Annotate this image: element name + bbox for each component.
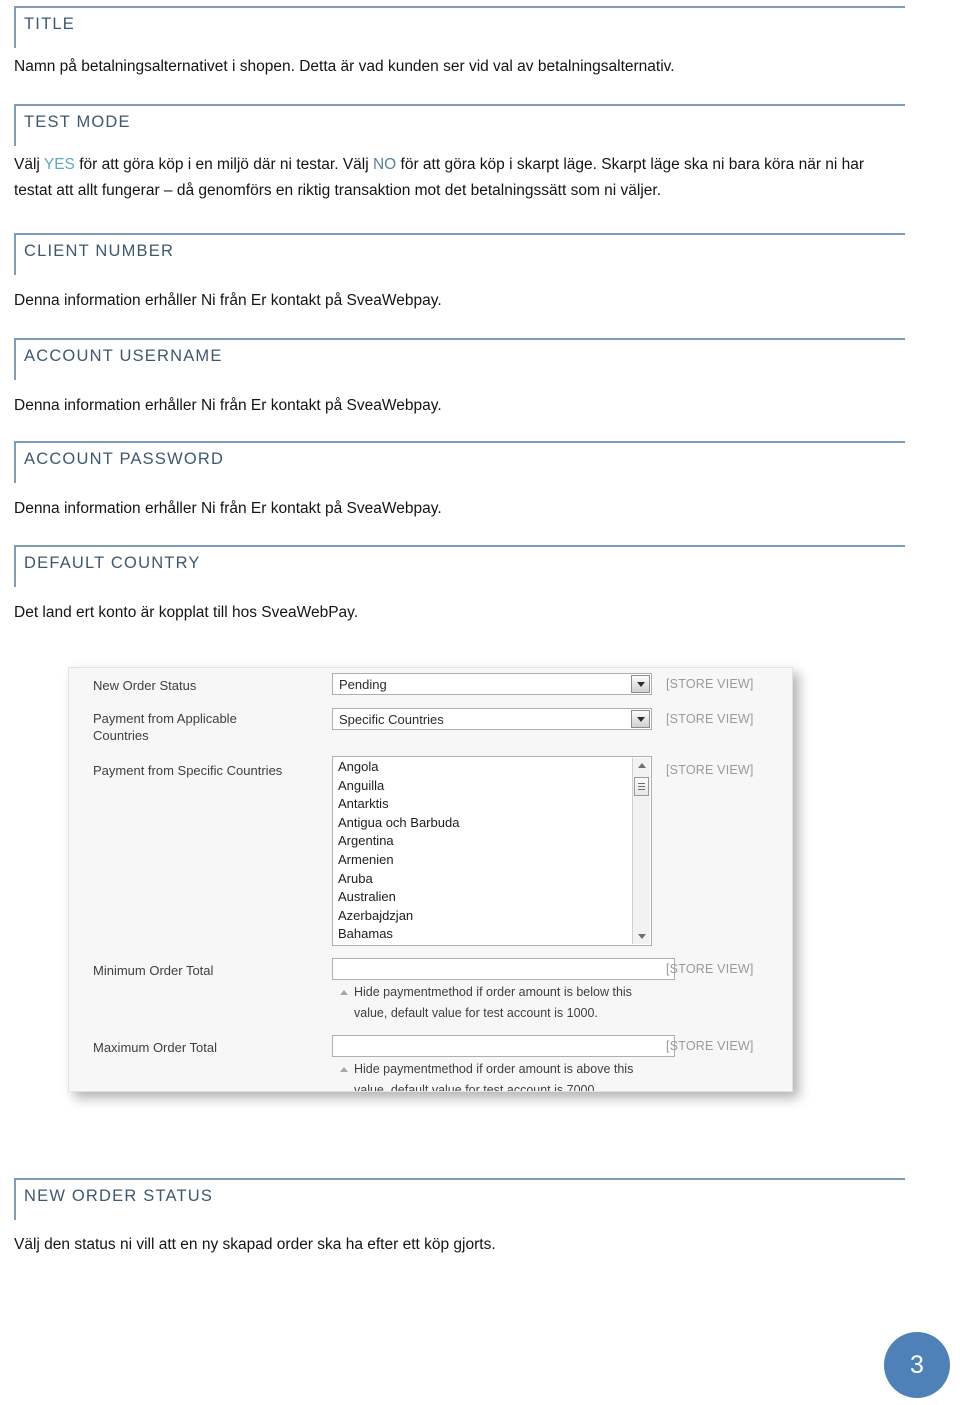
hint-caret-icon [340, 990, 348, 995]
list-item[interactable]: Antigua och Barbuda [333, 814, 651, 833]
test-mode-text-part-2: för att göra köp i en miljö där ni testa… [74, 156, 373, 173]
scope-label-minimum-order-total: [STORE VIEW] [666, 962, 754, 976]
payment-applicable-countries-value: Specific Countries [339, 712, 444, 727]
hint-line-2: value, default value for test account is… [354, 1083, 598, 1092]
list-item[interactable]: Bahamas [333, 925, 651, 944]
hint-maximum-order-total: Hide paymentmethod if order amount is ab… [354, 1059, 674, 1092]
listbox-scrollbar[interactable] [632, 758, 650, 944]
list-item[interactable]: Armenien [333, 851, 651, 870]
payment-applicable-countries-select[interactable]: Specific Countries [332, 708, 652, 730]
list-item[interactable]: Antarktis [333, 795, 651, 814]
new-order-status-select[interactable]: Pending [332, 673, 652, 695]
section-heading-label: TEST MODE [24, 113, 131, 131]
maximum-order-total-input[interactable] [332, 1035, 675, 1057]
payment-specific-countries-listbox[interactable]: Angola Anguilla Antarktis Antigua och Ba… [332, 756, 652, 946]
section-body-title: Namn på betalningsalternativet i shopen.… [14, 58, 675, 75]
hint-line-2: value, default value for test account is… [354, 1006, 598, 1020]
chevron-down-icon[interactable] [631, 710, 650, 728]
field-label-maximum-order-total: Maximum Order Total [93, 1040, 218, 1055]
section-heading-account-username: ACCOUNT USERNAME [14, 338, 905, 380]
list-item[interactable]: Angola [333, 758, 651, 777]
list-item[interactable]: Australien [333, 888, 651, 907]
section-heading-label: DEFAULT COUNTRY [24, 554, 201, 572]
list-item[interactable]: Azerbajdzjan [333, 907, 651, 926]
hint-line-1: Hide paymentmethod if order amount is be… [354, 985, 632, 999]
scope-label-payment-applicable-countries: [STORE VIEW] [666, 712, 754, 726]
keyword-yes: YES [43, 156, 75, 173]
scope-label-new-order-status: [STORE VIEW] [666, 677, 754, 691]
field-label-payment-specific-countries: Payment from Specific Countries [93, 763, 283, 778]
section-body-default-country: Det land ert konto är kopplat till hos S… [14, 604, 359, 621]
country-option-list[interactable]: Angola Anguilla Antarktis Antigua och Ba… [333, 757, 651, 944]
new-order-status-value: Pending [339, 677, 387, 692]
field-label-line-2: Countries [93, 728, 149, 743]
chevron-down-icon[interactable] [631, 675, 650, 693]
minimum-order-total-input[interactable] [332, 958, 675, 980]
section-body-test-mode: Välj YES för att göra köp i en miljö där… [14, 152, 894, 204]
section-heading-label: ACCOUNT PASSWORD [24, 450, 225, 468]
scrollbar-thumb[interactable] [634, 777, 649, 796]
scroll-down-arrow-icon[interactable] [633, 928, 650, 944]
field-label-payment-applicable-countries: Payment from Applicable Countries [93, 710, 237, 744]
document-page: TITLE Namn på betalningsalternativet i s… [0, 0, 960, 1405]
page-number-badge: 3 [884, 1332, 950, 1398]
hint-caret-icon [340, 1067, 348, 1072]
section-heading-label: NEW ORDER STATUS [24, 1187, 214, 1205]
section-heading-title: TITLE [14, 6, 905, 48]
scope-label-payment-specific-countries: [STORE VIEW] [666, 763, 754, 777]
section-body-account-password: Denna information erhåller Ni från Er ko… [14, 500, 442, 517]
keyword-no: NO [372, 156, 397, 173]
field-label-line-1: Payment from Applicable [93, 711, 237, 726]
section-heading-label: TITLE [24, 15, 75, 33]
hint-line-1: Hide paymentmethod if order amount is ab… [354, 1062, 634, 1076]
section-body-client-number: Denna information erhåller Ni från Er ko… [14, 292, 442, 309]
list-item[interactable]: Argentina [333, 832, 651, 851]
list-item[interactable]: Anguilla [333, 777, 651, 796]
section-body-account-username: Denna information erhåller Ni från Er ko… [14, 397, 442, 414]
hint-minimum-order-total: Hide paymentmethod if order amount is be… [354, 982, 674, 1024]
magento-config-screenshot: New Order Status Pending [STORE VIEW] Pa… [68, 667, 793, 1092]
field-label-new-order-status: New Order Status [93, 678, 197, 693]
scope-label-maximum-order-total: [STORE VIEW] [666, 1039, 754, 1053]
section-heading-new-order-status: NEW ORDER STATUS [14, 1178, 905, 1220]
section-heading-test-mode: TEST MODE [14, 104, 905, 146]
section-heading-label: ACCOUNT USERNAME [24, 347, 223, 365]
section-heading-account-password: ACCOUNT PASSWORD [14, 441, 905, 483]
section-heading-label: CLIENT NUMBER [24, 242, 175, 260]
field-label-minimum-order-total: Minimum Order Total [93, 963, 214, 978]
section-body-new-order-status: Välj den status ni vill att en ny skapad… [14, 1236, 496, 1253]
section-heading-default-country: DEFAULT COUNTRY [14, 545, 905, 587]
scroll-up-arrow-icon[interactable] [633, 758, 650, 774]
section-heading-client-number: CLIENT NUMBER [14, 233, 905, 275]
list-item[interactable]: Aruba [333, 870, 651, 889]
test-mode-text-part-1: Välj [14, 156, 44, 173]
